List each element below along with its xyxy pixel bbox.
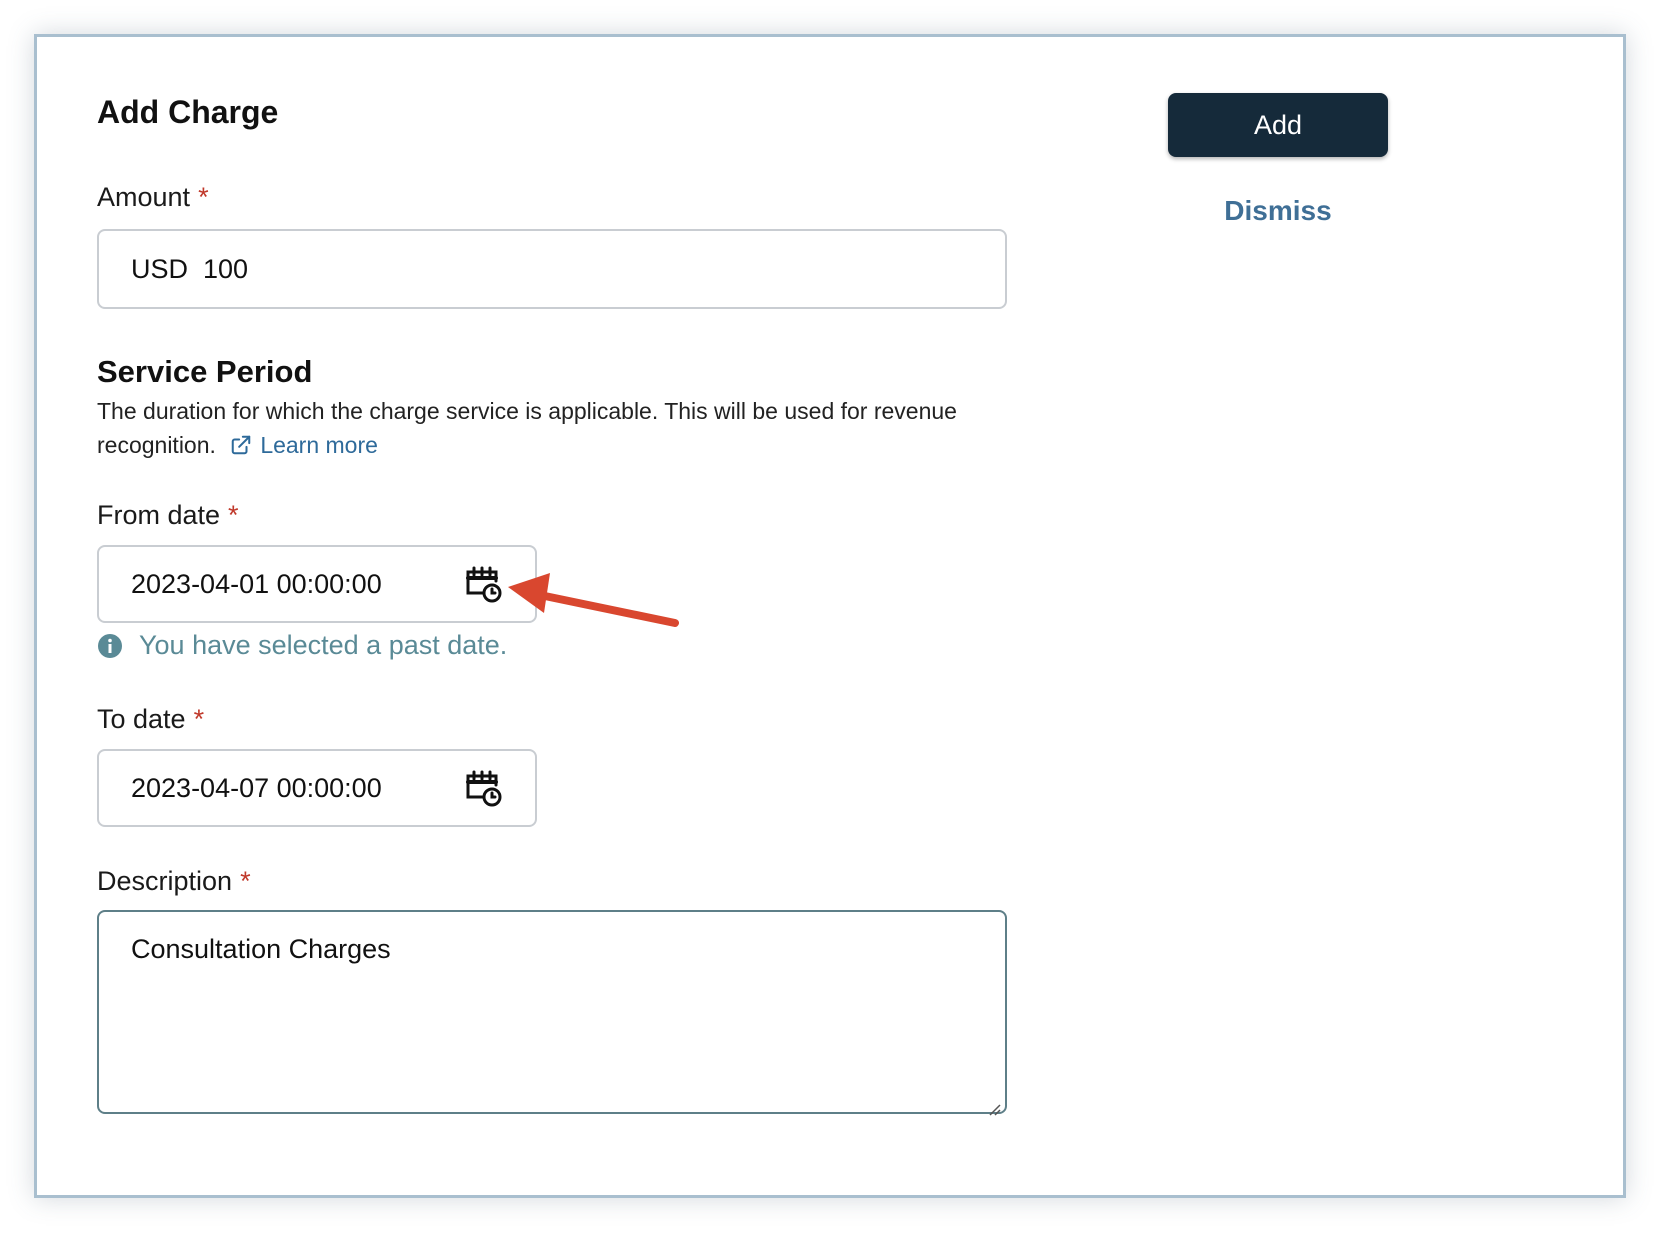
required-marker: * <box>228 500 239 530</box>
to-date-label: To date * <box>97 704 204 735</box>
add-button[interactable]: Add <box>1168 93 1388 157</box>
amount-input[interactable]: USD 100 <box>97 229 1007 309</box>
calendar-clock-icon[interactable] <box>463 767 505 809</box>
from-date-input[interactable]: 2023-04-01 00:00:00 <box>97 545 537 623</box>
amount-label-text: Amount <box>97 182 191 212</box>
annotation-arrow-icon <box>508 573 679 627</box>
from-date-label: From date * <box>97 500 239 531</box>
required-marker: * <box>198 182 209 212</box>
dismiss-button[interactable]: Dismiss <box>1168 195 1388 227</box>
description-label-text: Description <box>97 866 233 896</box>
calendar-clock-icon[interactable] <box>463 563 505 605</box>
required-marker: * <box>240 866 251 896</box>
to-date-value: 2023-04-07 00:00:00 <box>131 772 382 803</box>
from-date-value: 2023-04-01 00:00:00 <box>131 568 382 599</box>
description-textarea[interactable]: Consultation Charges <box>97 910 1007 1116</box>
past-date-warning: You have selected a past date. <box>97 630 507 661</box>
from-date-label-text: From date <box>97 500 221 530</box>
description-value: Consultation Charges <box>131 934 391 964</box>
service-period-description: The duration for which the charge servic… <box>97 394 977 462</box>
learn-more-link[interactable]: Learn more <box>260 432 378 458</box>
amount-label: Amount * <box>97 182 209 213</box>
to-date-label-text: To date <box>97 704 186 734</box>
past-date-warning-text: You have selected a past date. <box>139 630 508 660</box>
service-period-title: Service Period <box>97 354 313 389</box>
external-link-icon[interactable] <box>230 431 252 455</box>
description-label: Description * <box>97 866 251 897</box>
service-period-description-text: The duration for which the charge servic… <box>97 398 957 458</box>
info-icon <box>97 633 123 659</box>
to-date-input[interactable]: 2023-04-07 00:00:00 <box>97 749 537 827</box>
required-marker: * <box>193 704 205 734</box>
resize-handle-icon[interactable] <box>985 1092 1001 1116</box>
page-title: Add Charge <box>97 94 279 130</box>
